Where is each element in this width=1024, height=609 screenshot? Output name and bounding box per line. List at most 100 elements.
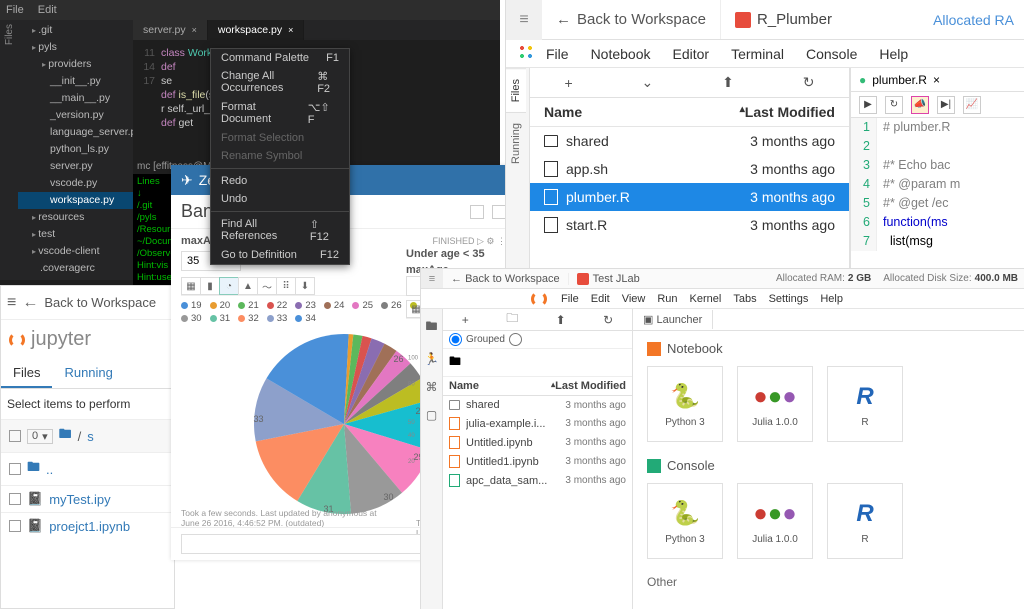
caret-down-icon[interactable]: ⌄: [642, 74, 654, 91]
refresh-icon[interactable]: ↻: [885, 96, 903, 114]
tree-item[interactable]: _version.py: [18, 107, 133, 124]
tree-item[interactable]: pyls: [18, 39, 133, 56]
menu-item[interactable]: Format Document⌥⇧ F: [211, 98, 349, 129]
upload-icon[interactable]: ⬆: [556, 313, 566, 327]
tree-item[interactable]: server.py: [18, 158, 133, 175]
menu-file[interactable]: File: [6, 4, 24, 16]
tree-item[interactable]: .coveragerc: [18, 260, 133, 277]
menu-edit[interactable]: Edit: [591, 293, 610, 305]
menu-notebook[interactable]: Notebook: [591, 46, 651, 62]
tree-item[interactable]: __init__.py: [18, 73, 133, 90]
folder-icon[interactable]: 🖿: [425, 317, 437, 338]
menu-item[interactable]: Find All References⇧ F12: [211, 215, 349, 246]
menu-edit[interactable]: Edit: [38, 4, 57, 16]
area-icon[interactable]: ▲: [238, 277, 258, 295]
launcher-card[interactable]: RR: [827, 366, 903, 442]
breadcrumb[interactable]: s: [87, 429, 94, 444]
launcher-card[interactable]: RR: [827, 483, 903, 559]
back-link[interactable]: ← Back to Workspace: [443, 273, 568, 285]
menu-settings[interactable]: Settings: [769, 293, 809, 305]
checkbox[interactable]: [9, 520, 21, 532]
tree-item[interactable]: workspace.py: [18, 192, 133, 209]
file-row[interactable]: plumber.R3 months ago: [530, 183, 849, 211]
back-arrow-icon[interactable]: ←: [22, 294, 38, 312]
commands-icon[interactable]: ⌘: [426, 380, 438, 394]
launcher-tab[interactable]: ▣ Launcher: [633, 310, 713, 329]
plus-icon[interactable]: +: [564, 75, 572, 91]
upload-icon[interactable]: ⬆: [722, 74, 734, 91]
launcher-card[interactable]: ●●●Julia 1.0.0: [737, 366, 813, 442]
tree-item[interactable]: language_server.py: [18, 124, 133, 141]
menu-item[interactable]: Command PaletteF1: [211, 49, 349, 67]
menu-item[interactable]: Change All Occurrences⌘ F2: [211, 67, 349, 98]
menu-kernel[interactable]: Kernel: [690, 293, 722, 305]
checkbox[interactable]: [9, 430, 21, 442]
group-toggle[interactable]: Grouped: [443, 331, 632, 349]
play-icon[interactable]: ▶: [859, 96, 877, 114]
menu-view[interactable]: View: [622, 293, 646, 305]
refresh-icon[interactable]: ↻: [803, 74, 815, 91]
running-icon[interactable]: 🏃: [424, 352, 439, 366]
menu-file[interactable]: File: [546, 46, 569, 62]
file-row[interactable]: 🖿..: [1, 452, 174, 485]
editor-tab[interactable]: ● plumber.R ×: [851, 70, 948, 90]
ungrouped-radio[interactable]: [509, 333, 522, 346]
tree-item[interactable]: .gitattributes: [18, 277, 133, 280]
file-row[interactable]: 📓myTest.ipy: [1, 485, 174, 512]
menu-tabs[interactable]: Tabs: [733, 293, 756, 305]
menu-help[interactable]: Help: [879, 46, 908, 62]
close-icon[interactable]: ×: [192, 25, 197, 35]
menu-file[interactable]: File: [561, 293, 579, 305]
close-icon[interactable]: ×: [933, 73, 940, 87]
tab-running[interactable]: Running: [52, 359, 124, 388]
hamburger-icon[interactable]: ≡: [421, 269, 443, 288]
hamburger-icon[interactable]: ≡: [7, 294, 16, 312]
back-link[interactable]: ←Back to Workspace: [542, 11, 720, 28]
toolbar-icon[interactable]: [492, 205, 506, 219]
tree-item[interactable]: vscode-client: [18, 243, 133, 260]
tabs-icon[interactable]: ▢: [426, 408, 437, 422]
step-icon[interactable]: ▶|: [937, 96, 955, 114]
line-icon[interactable]: ～: [257, 277, 277, 295]
grouped-radio[interactable]: [449, 333, 462, 346]
back-link[interactable]: Back to Workspace: [44, 295, 156, 310]
select-count[interactable]: 0▾: [27, 429, 53, 444]
scatter-icon[interactable]: ⠿: [276, 277, 296, 295]
menu-run[interactable]: Run: [657, 293, 677, 305]
tree-item[interactable]: providers: [18, 56, 133, 73]
file-row[interactable]: shared3 months ago: [530, 127, 849, 155]
toolbar-icon[interactable]: [470, 205, 484, 219]
sidetab-running[interactable]: Running: [506, 112, 526, 174]
file-row[interactable]: apc_data_sam...3 months ago: [443, 471, 632, 490]
menu-help[interactable]: Help: [820, 293, 843, 305]
menu-item[interactable]: Go to DefinitionF12: [211, 246, 349, 264]
file-row[interactable]: Untitled1.ipynb3 months ago: [443, 452, 632, 471]
vscode-activity-bar[interactable]: Files: [0, 20, 18, 280]
download-icon[interactable]: ⬇: [295, 277, 315, 295]
breadcrumb[interactable]: 🖿: [443, 349, 632, 377]
close-icon[interactable]: ×: [288, 25, 293, 35]
launcher-card[interactable]: 🐍Python 3: [647, 366, 723, 442]
menu-terminal[interactable]: Terminal: [731, 46, 784, 62]
refresh-icon[interactable]: ↻: [603, 313, 613, 327]
tree-item[interactable]: resources: [18, 209, 133, 226]
checkbox[interactable]: [9, 493, 21, 505]
tree-item[interactable]: vscode.py: [18, 175, 133, 192]
menu-console[interactable]: Console: [806, 46, 857, 62]
file-row[interactable]: 📓proejct1.ipynb: [1, 512, 174, 539]
plus-icon[interactable]: +: [462, 313, 469, 327]
hamburger-icon[interactable]: ≡: [506, 0, 542, 40]
menu-editor[interactable]: Editor: [673, 46, 710, 62]
tree-item[interactable]: .git: [18, 22, 133, 39]
launcher-card[interactable]: 🐍Python 3: [647, 483, 723, 559]
launcher-card[interactable]: ●●●Julia 1.0.0: [737, 483, 813, 559]
bar-icon[interactable]: ▮: [200, 277, 220, 295]
editor-tab[interactable]: server.py×: [133, 20, 208, 40]
tab-files[interactable]: Files: [1, 359, 52, 388]
pie-icon[interactable]: ◔: [219, 277, 239, 295]
folder-icon[interactable]: 🖿: [59, 425, 72, 447]
tree-item[interactable]: python_ls.py: [18, 141, 133, 158]
chart-icon[interactable]: 📈: [963, 96, 981, 114]
menu-item[interactable]: Redo: [211, 172, 349, 190]
menu-item[interactable]: Undo: [211, 190, 349, 208]
